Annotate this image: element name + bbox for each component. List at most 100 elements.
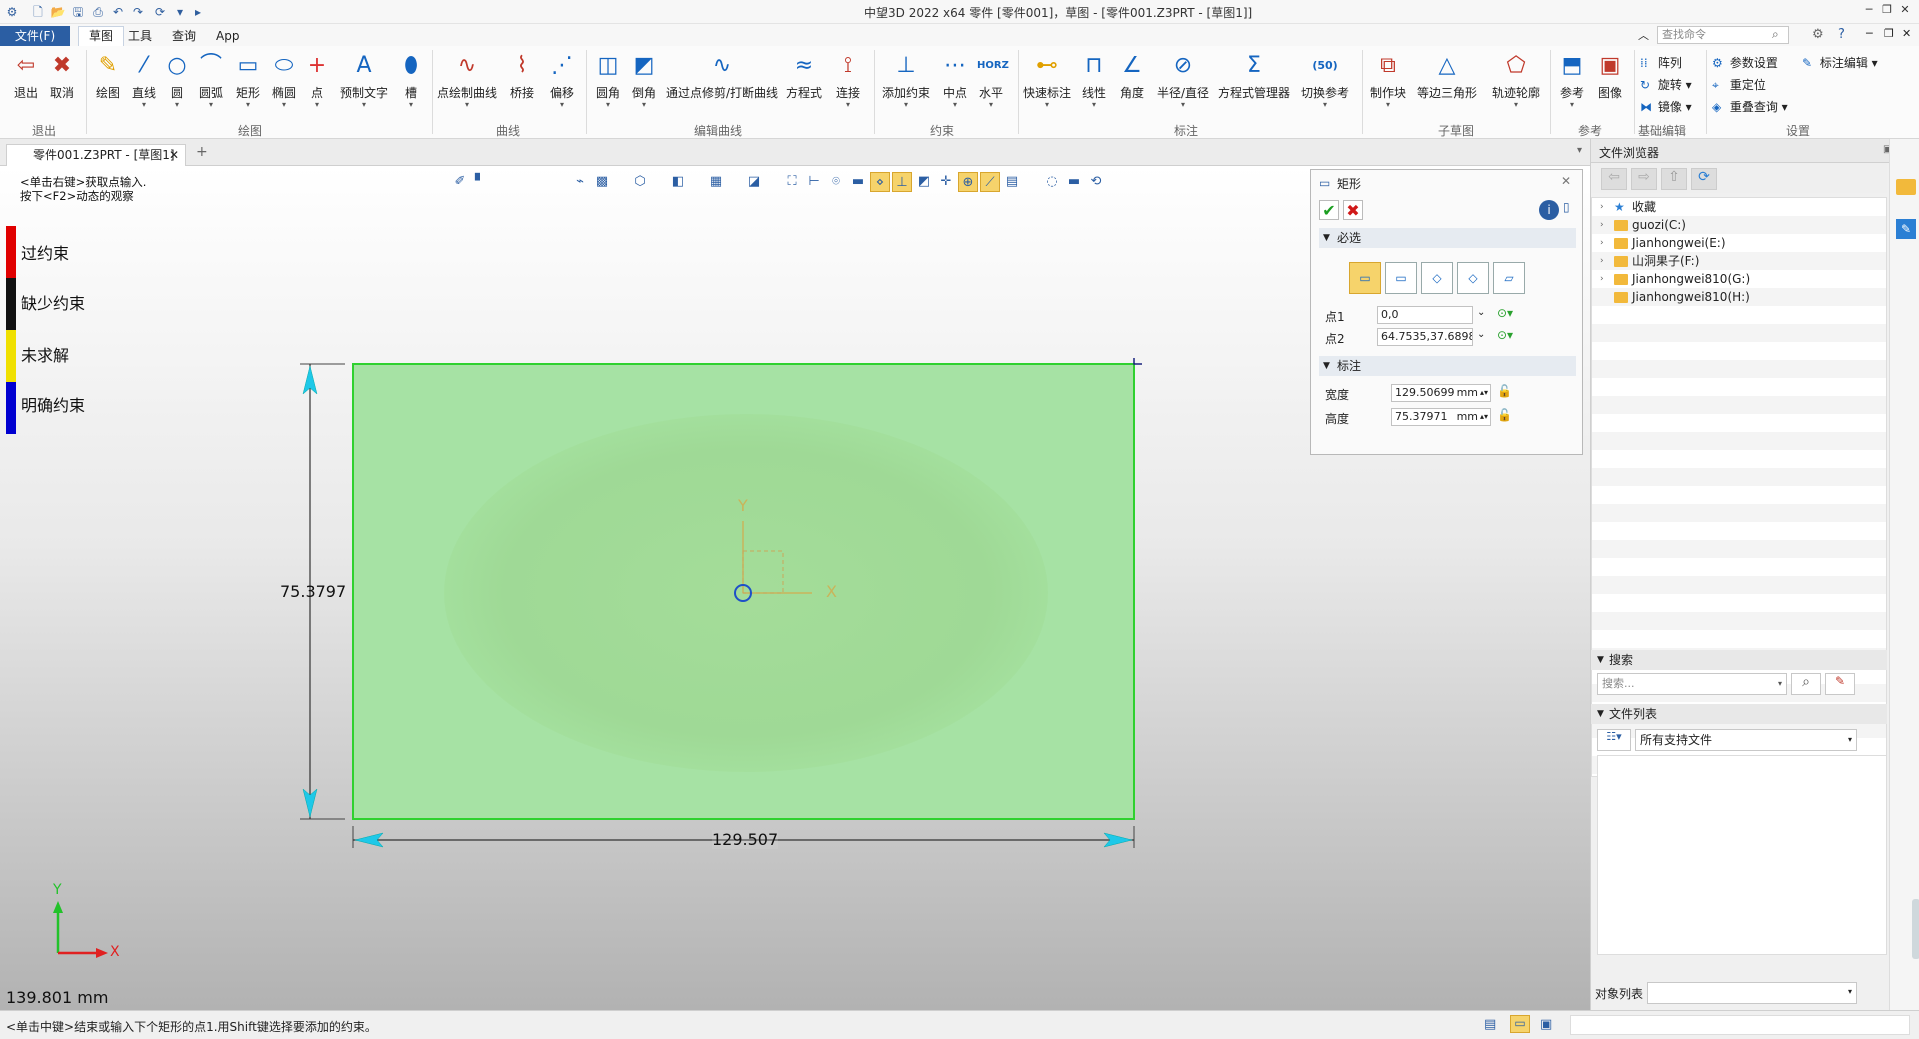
cancel-button[interactable]: ✖ 取消 — [44, 52, 80, 101]
restore-button[interactable]: ❐ — [1878, 3, 1896, 19]
mirror-button[interactable]: ⧓ 镜像 ▾ — [1640, 98, 1692, 115]
relocate-button[interactable]: ⌖ 重定位 — [1712, 76, 1766, 93]
doc-minimize-button[interactable]: ─ — [1866, 27, 1873, 40]
tab-document[interactable]: 零件001.Z3PRT - [草图1] ✕ — [6, 144, 186, 166]
line-button[interactable]: ⁄ 直线 ▾ — [126, 52, 162, 109]
tab-list-icon[interactable]: ▾ — [1577, 145, 1582, 156]
rect-mode-center[interactable]: ▭ — [1385, 262, 1417, 294]
browser-search-input[interactable]: 搜索... ▾ — [1597, 673, 1787, 695]
tree-favorites[interactable]: › ★ 收藏 — [1592, 198, 1888, 216]
search-icon[interactable]: ⌕ — [1772, 27, 1779, 42]
array-button[interactable]: ⁞⁞ 阵列 — [1640, 54, 1682, 71]
point1-input[interactable]: 0,0 — [1377, 306, 1473, 324]
dialog-close-icon[interactable]: ✕ — [1561, 174, 1571, 188]
folder-dock-icon[interactable] — [1896, 179, 1916, 195]
rotate-button[interactable]: ↻ 旋转 ▾ — [1640, 76, 1692, 93]
menu-tools[interactable]: 工具 — [118, 27, 162, 45]
command-search-input[interactable]: 查找命令 — [1657, 26, 1789, 44]
height-input[interactable]: 75.37971 mm ▴▾ — [1391, 408, 1491, 426]
dock-scroll-handle[interactable] — [1912, 899, 1919, 959]
slot-button[interactable]: ⬮ 槽 ▾ — [396, 52, 426, 109]
tree-drive-e[interactable]: › Jianhongwei(E:) — [1592, 234, 1888, 252]
window-icon[interactable]: ▣ — [1540, 1017, 1552, 1032]
dialog-pin-icon[interactable]: ▯ — [1563, 200, 1570, 214]
rect-mode-three-points[interactable]: ◇ — [1457, 262, 1489, 294]
switch-ref-button[interactable]: (50) 切换参考 ▾ — [1296, 52, 1354, 109]
point1-expand-icon[interactable]: ⌄ — [1477, 307, 1485, 318]
equilateral-button[interactable]: △ 等边三角形 — [1414, 52, 1480, 101]
rectangle-button[interactable]: ▭ 矩形 ▾ — [230, 52, 266, 109]
point-curve-button[interactable]: ∿ 点绘制曲线 ▾ — [436, 52, 498, 109]
settings-gear-icon[interactable]: ⚙ — [1812, 27, 1824, 42]
refresh-icon[interactable]: ⟳ — [1691, 168, 1717, 190]
browser-search-button[interactable]: ⌕ — [1791, 673, 1821, 695]
chamfer-button[interactable]: ◩ 倒角 ▾ — [626, 52, 662, 109]
object-list-select[interactable]: ▾ — [1647, 982, 1857, 1004]
section-required[interactable]: ▼ 必选 — [1319, 228, 1576, 248]
add-constraint-button[interactable]: ⊥ 添加约束 ▾ — [878, 52, 934, 109]
tree-drive-c[interactable]: › guozi(C:) — [1592, 216, 1888, 234]
menu-query[interactable]: 查询 — [162, 27, 206, 45]
point2-expand-icon[interactable]: ⌄ — [1477, 329, 1485, 340]
width-lock-icon[interactable]: 🔓 — [1497, 384, 1512, 398]
linear-dim-button[interactable]: ⊓ 线性 ▾ — [1076, 52, 1112, 109]
confirm-check-icon[interactable]: ✔ — [1319, 200, 1339, 220]
run-icon[interactable]: ▸ — [190, 4, 206, 20]
image-button[interactable]: ▣ 图像 — [1592, 52, 1628, 101]
midpoint-button[interactable]: ⋯ 中点 ▾ — [938, 52, 972, 109]
filelist-section-header[interactable]: ▼ 文件列表 — [1591, 704, 1887, 724]
reference-button[interactable]: ⬒ 参考 ▾ — [1554, 52, 1590, 109]
point-button[interactable]: + 点 ▾ — [302, 52, 332, 109]
width-input[interactable]: 129.50699 mm ▴▾ — [1391, 384, 1491, 402]
print-icon[interactable]: ⎙ — [90, 4, 106, 20]
angle-dim-button[interactable]: ∠ 角度 — [1114, 52, 1150, 101]
text-button[interactable]: A 预制文字 ▾ — [336, 52, 392, 109]
circle-button[interactable]: ○ 圆 ▾ — [162, 52, 192, 109]
menu-app[interactable]: App — [206, 27, 249, 45]
file-list[interactable] — [1597, 755, 1887, 955]
open-file-icon[interactable]: 📂 — [50, 4, 66, 20]
search-section-header[interactable]: ▼ 搜索 — [1591, 650, 1887, 670]
trim-button[interactable]: ∿ 通过点修剪/打断曲线 — [664, 52, 780, 101]
overlap-query-button[interactable]: ◈ 重叠查询 ▾ — [1712, 98, 1788, 115]
bridge-button[interactable]: ⌇ 桥接 — [504, 52, 540, 101]
horizontal-button[interactable]: HORZ 水平 ▾ — [974, 52, 1009, 109]
arc-button[interactable]: ⌒ 圆弧 ▾ — [194, 52, 228, 109]
offset-button[interactable]: ⋰ 偏移 ▾ — [544, 52, 580, 109]
exit-button[interactable]: ⇦ 退出 — [8, 52, 44, 101]
point2-input[interactable]: 64.7535,37.6898 — [1377, 328, 1473, 346]
equation-button[interactable]: ≈ 方程式 — [784, 52, 824, 101]
undo-icon[interactable]: ↶ — [110, 4, 126, 20]
collapse-ribbon-icon[interactable]: ︿ — [1638, 27, 1649, 43]
doc-restore-button[interactable]: ❐ — [1884, 27, 1894, 40]
forward-arrow-icon[interactable]: ⇨ — [1631, 168, 1657, 190]
browser-clear-icon[interactable]: ✎ — [1825, 673, 1855, 695]
help-icon[interactable]: ? — [1838, 27, 1845, 42]
rect-mode-two-points[interactable]: ▭ — [1349, 262, 1381, 294]
height-lock-icon[interactable]: 🔓 — [1497, 408, 1512, 422]
info-icon[interactable]: i — [1539, 200, 1559, 220]
cancel-x-icon[interactable]: ✖ — [1343, 200, 1363, 220]
minimize-button[interactable]: ─ — [1860, 3, 1878, 19]
up-arrow-icon[interactable]: ⇧ — [1661, 168, 1687, 190]
layout-icon[interactable]: ▤ — [1484, 1017, 1496, 1032]
param-settings-button[interactable]: ⚙ 参数设置 — [1712, 54, 1778, 71]
save-icon[interactable]: 🖫 — [70, 4, 86, 20]
equation-manager-button[interactable]: Σ 方程式管理器 — [1216, 52, 1292, 101]
track-profile-button[interactable]: ⬠ 轨迹轮廓 ▾ — [1488, 52, 1544, 109]
fillet-button[interactable]: ◫ 圆角 ▾ — [590, 52, 626, 109]
view-mode-icon[interactable]: ☷▾ — [1597, 729, 1631, 751]
connect-button[interactable]: ⟟ 连接 ▾ — [830, 52, 866, 109]
rect-mode-angled[interactable]: ◇ — [1421, 262, 1453, 294]
ellipse-button[interactable]: ⬭ 椭圆 ▾ — [266, 52, 302, 109]
make-block-button[interactable]: ⧉ 制作块 ▾ — [1366, 52, 1410, 109]
dim-width-label[interactable]: 129.507 — [712, 830, 779, 849]
close-window-button[interactable]: ✕ — [1896, 3, 1914, 19]
radius-dim-button[interactable]: ⊘ 半径/直径 ▾ — [1154, 52, 1212, 109]
draw-button[interactable]: ✎ 绘图 — [90, 52, 126, 101]
new-file-icon[interactable]: 🗋 — [30, 4, 46, 20]
back-arrow-icon[interactable]: ⇦ — [1601, 168, 1627, 190]
tree-drive-h[interactable]: Jianhongwei810(H:) — [1592, 288, 1888, 306]
add-tab-icon[interactable]: + — [196, 144, 208, 160]
part-dock-icon[interactable]: ✎ — [1896, 219, 1916, 239]
